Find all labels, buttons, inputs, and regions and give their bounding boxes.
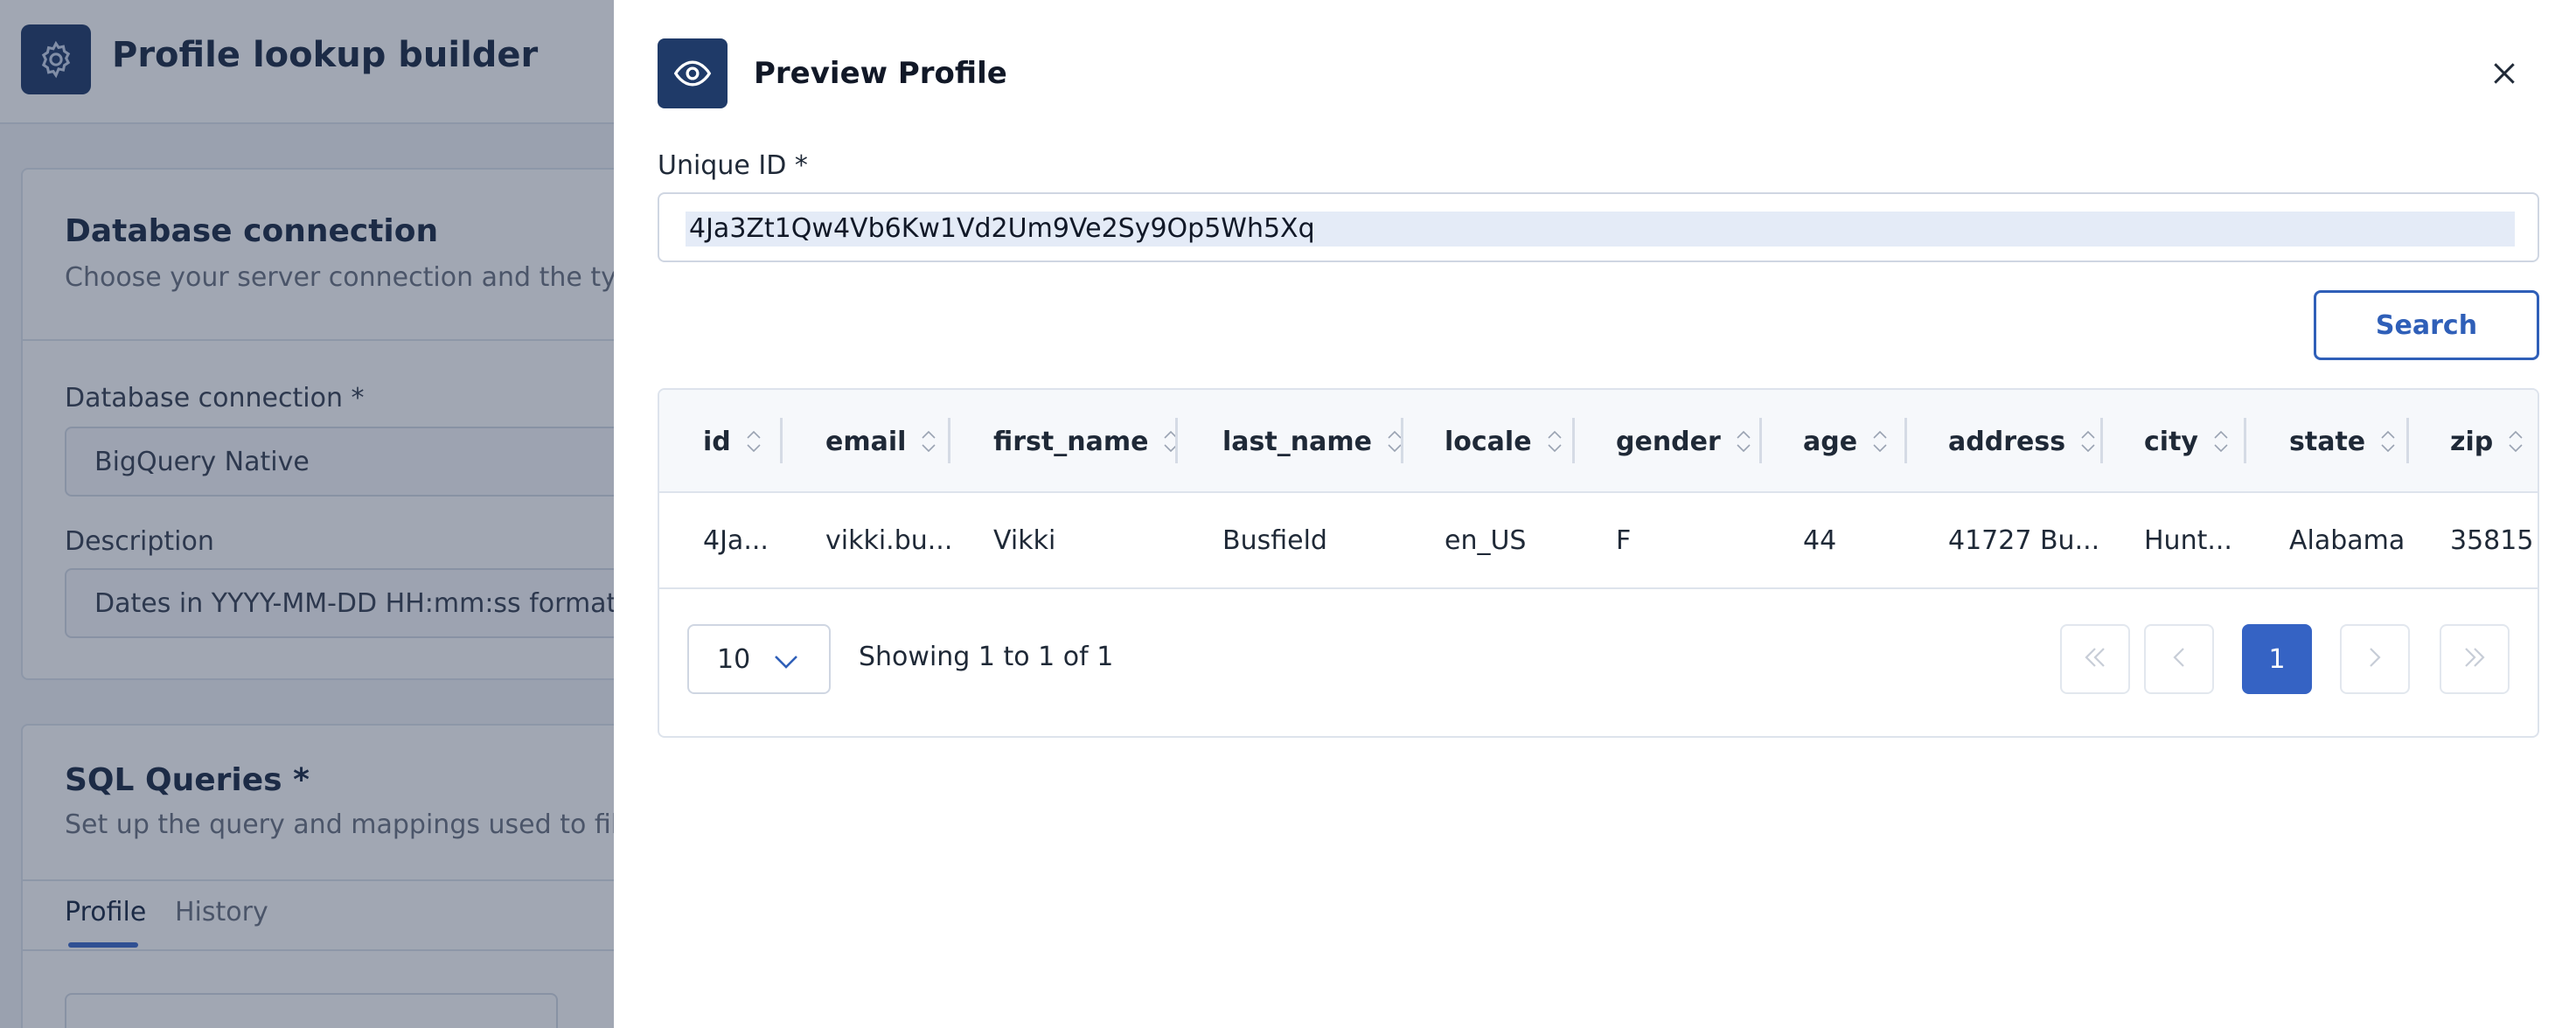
cell-age: 44 (1803, 524, 1837, 556)
close-icon[interactable] (2485, 54, 2524, 93)
unique-id-value: 4Ja3Zt1Qw4Vb6Kw1Vd2Um9Ve2Sy9Op5Wh5Xq (689, 213, 1315, 244)
column-resize-handle[interactable] (2406, 418, 2409, 463)
double-chevron-right-icon (2461, 645, 2489, 673)
cell-address: 41727 Bu... (1948, 524, 2100, 556)
cell-city: Hunt... (2144, 524, 2232, 556)
column-resize-handle[interactable] (780, 418, 783, 463)
page-size-value: 10 (717, 643, 751, 675)
column-resize-handle[interactable] (2100, 418, 2103, 463)
page-size-select[interactable]: 10 (687, 624, 831, 694)
column-resize-handle[interactable] (948, 418, 950, 463)
sort-icon (2509, 431, 2523, 452)
table-header: id email first_name last_name locale gen… (659, 390, 2538, 493)
sort-icon (1547, 431, 1562, 452)
column-header-address[interactable]: address (1948, 390, 2095, 493)
eye-icon (658, 38, 728, 108)
sort-icon (2381, 431, 2395, 452)
column-resize-handle[interactable] (1572, 418, 1575, 463)
sort-icon (1873, 431, 1887, 452)
search-button[interactable]: Search (2314, 290, 2539, 360)
sort-icon (747, 431, 761, 452)
cell-locale: en_US (1445, 524, 1527, 556)
sort-icon (2214, 431, 2228, 452)
cell-zip: 35815 (2450, 524, 2534, 556)
column-resize-handle[interactable] (1401, 418, 1403, 463)
sort-icon (2081, 431, 2095, 452)
chevron-down-icon (773, 649, 799, 680)
double-chevron-left-icon (2081, 645, 2109, 673)
column-header-gender[interactable]: gender (1616, 390, 1751, 493)
chevron-left-icon (2170, 645, 2188, 673)
profile-table: id email first_name last_name locale gen… (658, 388, 2539, 738)
column-header-city[interactable]: city (2144, 390, 2228, 493)
table-row[interactable]: 4Ja... vikki.bu... Vikki Busfield en_US … (659, 493, 2538, 589)
column-header-state[interactable]: state (2289, 390, 2395, 493)
column-header-last-name[interactable]: last_name (1222, 390, 1402, 493)
column-header-age[interactable]: age (1803, 390, 1887, 493)
column-resize-handle[interactable] (1175, 418, 1178, 463)
column-resize-handle[interactable] (1904, 418, 1907, 463)
next-page-button[interactable] (2340, 624, 2410, 694)
last-page-button[interactable] (2440, 624, 2510, 694)
chevron-right-icon (2366, 645, 2384, 673)
column-header-id[interactable]: id (703, 390, 761, 493)
cell-gender: F (1616, 524, 1632, 556)
column-resize-handle[interactable] (2244, 418, 2246, 463)
pagination: 10 Showing 1 to 1 of 1 1 (659, 589, 2538, 736)
first-page-button[interactable] (2060, 624, 2130, 694)
sort-icon (1737, 431, 1751, 452)
unique-id-input[interactable]: 4Ja3Zt1Qw4Vb6Kw1Vd2Um9Ve2Sy9Op5Wh5Xq (658, 192, 2539, 262)
previous-page-button[interactable] (2144, 624, 2214, 694)
cell-email: vikki.bu... (825, 524, 953, 556)
preview-profile-drawer: Preview Profile Unique ID * 4Ja3Zt1Qw4Vb… (614, 0, 2576, 1028)
showing-text: Showing 1 to 1 of 1 (859, 642, 1114, 672)
cell-last-name: Busfield (1222, 524, 1327, 556)
sort-icon (922, 431, 936, 452)
drawer-title: Preview Profile (754, 56, 1007, 91)
column-header-locale[interactable]: locale (1445, 390, 1562, 493)
unique-id-label: Unique ID * (658, 150, 808, 181)
column-header-email[interactable]: email (825, 390, 936, 493)
sort-icon (1388, 431, 1402, 452)
column-header-first-name[interactable]: first_name (993, 390, 1179, 493)
column-header-zip[interactable]: zip (2450, 390, 2523, 493)
cell-first-name: Vikki (993, 524, 1056, 556)
page-1-button[interactable]: 1 (2242, 624, 2312, 694)
cell-state: Alabama (2289, 524, 2405, 556)
cell-id: 4Ja... (703, 524, 769, 556)
column-resize-handle[interactable] (1759, 418, 1762, 463)
